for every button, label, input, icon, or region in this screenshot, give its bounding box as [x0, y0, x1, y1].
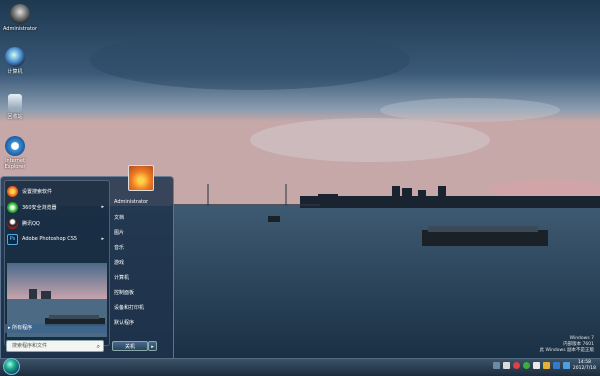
submenu-arrow-icon: ▸ — [101, 236, 104, 242]
browser-360-icon — [7, 201, 18, 213]
desktop-icon-ie[interactable]: Internet Explorer — [0, 136, 33, 170]
shield-icon[interactable] — [563, 362, 570, 369]
flower-icon — [7, 185, 18, 197]
computer-icon — [5, 47, 25, 67]
program-item[interactable]: 360安全浏览器 ▸ — [7, 200, 107, 214]
search-icon: ⌕ — [96, 343, 100, 350]
input-method-icon[interactable] — [553, 362, 560, 369]
program-item[interactable]: Ps Adobe Photoshop CS5 ▸ — [7, 232, 107, 246]
program-label: 腾讯QQ — [22, 220, 40, 227]
desktop-icon-label: 计算机 — [7, 69, 23, 75]
watermark-line: 此 Windows 副本不是正版 — [539, 348, 594, 353]
ie-icon — [5, 136, 25, 156]
program-label: 360安全浏览器 — [22, 204, 57, 211]
tray-arrow-icon[interactable] — [493, 362, 500, 369]
start-search-input[interactable]: 搜索程序和文件 ⌕ — [6, 340, 104, 352]
security-360-icon[interactable] — [523, 362, 530, 369]
start-right-item-computer[interactable]: 计算机 — [114, 274, 129, 281]
desktop-icon-recycle-bin[interactable]: 回收站 — [0, 94, 33, 120]
system-tray — [493, 362, 570, 369]
network-icon[interactable] — [503, 362, 510, 369]
photoshop-icon: Ps — [7, 233, 18, 245]
volume-icon[interactable] — [533, 362, 540, 369]
program-label: Adobe Photoshop CS5 — [22, 236, 78, 242]
windows-watermark: Windows 7 内部版本 7601 此 Windows 副本不是正版 — [540, 336, 594, 354]
desktop-icon-administrator[interactable]: Administrator — [2, 4, 38, 32]
submenu-arrow-icon: ▸ — [101, 204, 104, 210]
program-item[interactable]: 腾讯QQ — [7, 216, 107, 230]
start-menu-programs-pane: 设置搜索软件 360安全浏览器 ▸ 腾讯QQ Ps Adobe Photosho… — [4, 180, 110, 346]
desktop-icon-computer[interactable]: 计算机 — [0, 47, 33, 75]
program-item[interactable]: 设置搜索软件 — [7, 184, 107, 198]
desktop-icon-label: 回收站 — [7, 114, 23, 120]
chevron-right-icon: ▸ — [151, 344, 154, 350]
shutdown-options-button[interactable]: ▸ — [148, 341, 157, 351]
start-right-item-administrator[interactable]: Administrator — [114, 199, 148, 205]
user-picture[interactable] — [128, 165, 154, 191]
qq-tray-icon[interactable] — [513, 362, 520, 369]
flag-icon[interactable] — [543, 362, 550, 369]
clock-date: 2012/7/18 — [572, 366, 596, 371]
start-right-item-music[interactable]: 音乐 — [114, 244, 124, 251]
desktop-icon-label: Internet Explorer — [4, 158, 26, 170]
recycle-bin-icon — [8, 94, 22, 112]
search-placeholder: 搜索程序和文件 — [12, 343, 48, 349]
desktop-icon-label: Administrator — [2, 26, 38, 32]
start-button[interactable] — [3, 358, 20, 375]
program-label: 设置搜索软件 — [22, 188, 53, 195]
start-right-item-control-panel[interactable]: 控制面板 — [114, 289, 134, 296]
all-programs-button[interactable]: ▸ 所有程序 — [5, 324, 107, 333]
start-right-item-devices-printers[interactable]: 设备和打印机 — [114, 304, 144, 311]
start-right-item-pictures[interactable]: 图片 — [114, 229, 124, 236]
all-programs-label: 所有程序 — [12, 325, 33, 331]
qq-penguin-icon — [7, 217, 18, 229]
start-right-item-documents[interactable]: 文档 — [114, 214, 124, 221]
taskbar-clock[interactable]: 14:58 2012/7/18 — [573, 360, 596, 372]
user-folder-icon — [10, 4, 30, 24]
start-right-item-default-programs[interactable]: 默认程序 — [114, 319, 134, 326]
shutdown-button[interactable]: 关机 — [112, 341, 148, 351]
start-right-item-games[interactable]: 游戏 — [114, 259, 124, 266]
